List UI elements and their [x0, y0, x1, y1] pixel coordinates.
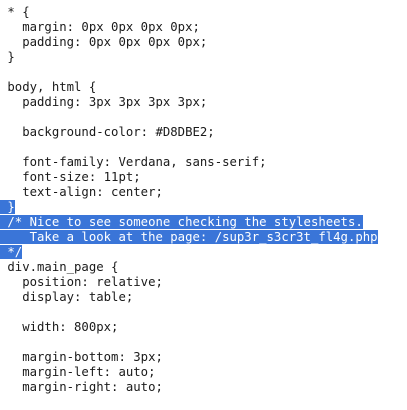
- code-line-text: margin-bottom: 3px;: [0, 350, 163, 364]
- code-line-text: margin-left: auto;: [0, 365, 156, 379]
- code-line: text-align: center;: [0, 185, 163, 200]
- code-line-text: text-align: center;: [0, 185, 163, 199]
- code-line-selected: */: [0, 245, 23, 260]
- code-line-text: font-family: Verdana, sans-serif;: [0, 155, 267, 169]
- code-line-selected: Take a look at the page: /sup3r_s3cr3t_f…: [0, 230, 378, 245]
- code-line-text: /* Nice to see someone checking the styl…: [0, 215, 363, 229]
- stylesheet-source-view[interactable]: * { margin: 0px 0px 0px 0px; padding: 0p…: [0, 0, 407, 410]
- code-line-text: padding: 0px 0px 0px 0px;: [0, 35, 208, 49]
- code-line: display: table;: [0, 290, 133, 305]
- code-line: margin: 0px 0px 0px 0px;: [0, 20, 200, 35]
- code-line-selected: /* Nice to see someone checking the styl…: [0, 215, 363, 230]
- code-line: margin-bottom: 3px;: [0, 350, 163, 365]
- code-line: padding: 0px 0px 0px 0px;: [0, 35, 207, 50]
- code-line-selected: }: [0, 200, 15, 215]
- code-line-text: display: table;: [0, 290, 134, 304]
- code-line-text: background-color: #D8DBE2;: [0, 125, 215, 139]
- code-line: font-family: Verdana, sans-serif;: [0, 155, 267, 170]
- code-line: div.main_page {: [0, 260, 118, 275]
- code-line-text: padding: 3px 3px 3px 3px;: [0, 95, 208, 109]
- code-line-text: font-size: 11pt;: [0, 170, 141, 184]
- code-line-text: position: relative;: [0, 275, 163, 289]
- code-line: margin-left: auto;: [0, 365, 155, 380]
- code-line: margin-right: auto;: [0, 380, 163, 395]
- code-line-text: }: [0, 50, 15, 64]
- code-line-text: div.main_page {: [0, 260, 119, 274]
- code-line-text: margin: 0px 0px 0px 0px;: [0, 20, 200, 34]
- code-line: body, html {: [0, 80, 96, 95]
- code-line-text: width: 800px;: [0, 320, 119, 334]
- code-line-text: Take a look at the page: /sup3r_s3cr3t_f…: [0, 230, 378, 244]
- code-line-text: body, html {: [0, 80, 97, 94]
- code-line: * {: [0, 5, 30, 20]
- code-line: width: 800px;: [0, 320, 118, 335]
- code-line: padding: 3px 3px 3px 3px;: [0, 95, 207, 110]
- code-line: font-size: 11pt;: [0, 170, 141, 185]
- code-line-text: margin-right: auto;: [0, 380, 163, 394]
- code-line-text: */: [0, 245, 23, 259]
- code-line: }: [0, 50, 15, 65]
- code-line: position: relative;: [0, 275, 163, 290]
- code-line-text: }: [0, 200, 15, 214]
- code-line: background-color: #D8DBE2;: [0, 125, 215, 140]
- code-line-text: * {: [0, 5, 30, 19]
